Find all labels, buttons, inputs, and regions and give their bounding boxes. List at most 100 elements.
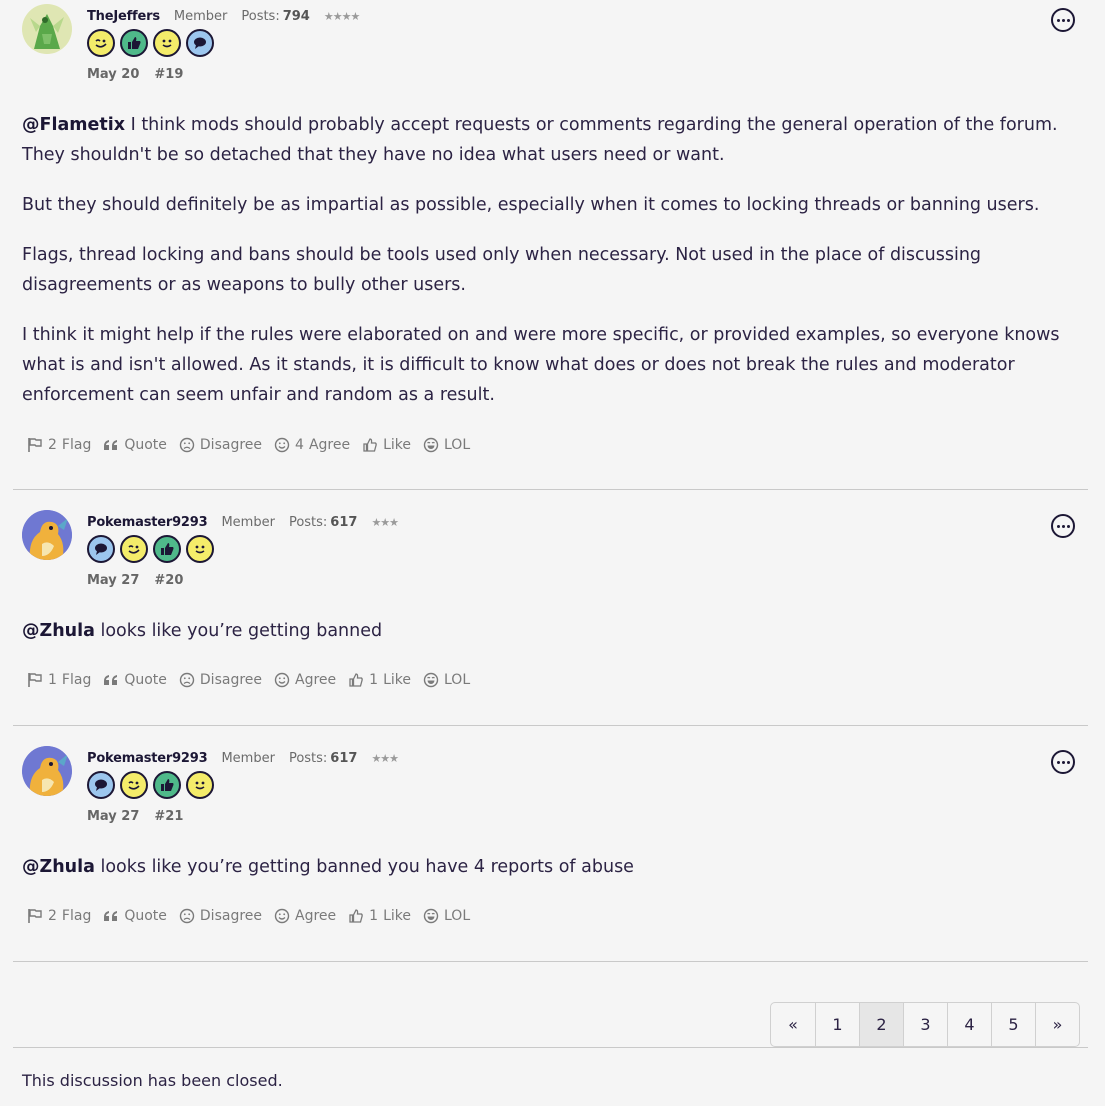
user-role: Member bbox=[173, 9, 228, 24]
laugh-icon bbox=[423, 672, 439, 688]
author-meta: Pokemaster9293 Member Posts: 617 ★★★ bbox=[87, 751, 399, 766]
username[interactable]: Pokemaster9293 bbox=[87, 751, 208, 766]
flag-reaction[interactable]: 2 Flag bbox=[27, 437, 91, 453]
smile-icon bbox=[274, 437, 290, 453]
username[interactable]: Pokemaster9293 bbox=[87, 515, 208, 530]
post-date[interactable]: May 27 bbox=[87, 573, 139, 588]
post-number[interactable]: #21 bbox=[154, 809, 183, 824]
pager-page-2[interactable]: 2 bbox=[859, 1003, 903, 1046]
options-menu-icon[interactable] bbox=[1051, 8, 1075, 32]
quote-icon bbox=[104, 440, 118, 450]
flag-reaction[interactable]: 2 Flag bbox=[27, 908, 91, 924]
post-meta-row: May 27 #20 bbox=[87, 573, 183, 588]
lol-reaction[interactable]: LOL bbox=[423, 672, 470, 688]
thumbs-up-icon bbox=[349, 673, 363, 687]
comment-body: @Flametix I think mods should probably a… bbox=[22, 110, 1084, 430]
rank-stars: ★★★★ bbox=[323, 10, 360, 23]
speech-badge-icon[interactable] bbox=[87, 771, 115, 799]
options-menu-icon[interactable] bbox=[1051, 750, 1075, 774]
comment-paragraph: @Flametix I think mods should probably a… bbox=[22, 115, 1058, 165]
speech-badge-icon[interactable] bbox=[87, 535, 115, 563]
pager-page-3[interactable]: 3 bbox=[903, 1003, 947, 1046]
agree-reaction[interactable]: Agree bbox=[274, 908, 336, 924]
badges bbox=[87, 29, 214, 57]
pager-next-button[interactable]: » bbox=[1035, 1003, 1079, 1046]
pager-page-5[interactable]: 5 bbox=[991, 1003, 1035, 1046]
avatar[interactable] bbox=[22, 4, 72, 54]
frown-icon bbox=[179, 908, 195, 924]
badges bbox=[87, 535, 214, 563]
avatar[interactable] bbox=[22, 746, 72, 796]
lol-reaction[interactable]: LOL bbox=[423, 437, 470, 453]
closed-notice: This discussion has been closed. bbox=[22, 1071, 283, 1090]
comment-post: Pokemaster9293 Member Posts: 617 ★★★ May … bbox=[13, 742, 1088, 960]
comment-paragraph: But they should definitely be as imparti… bbox=[22, 195, 1040, 215]
post-date[interactable]: May 27 bbox=[87, 809, 139, 824]
wink-badge-icon[interactable] bbox=[87, 29, 115, 57]
post-count: Posts: 794 bbox=[241, 9, 310, 24]
wink-badge-icon[interactable] bbox=[120, 535, 148, 563]
user-mention[interactable]: @Zhula bbox=[22, 857, 95, 877]
smile-badge-icon[interactable] bbox=[186, 771, 214, 799]
thumbs-up-badge-icon[interactable] bbox=[153, 535, 181, 563]
wink-badge-icon[interactable] bbox=[120, 771, 148, 799]
flag-icon bbox=[28, 438, 42, 452]
agree-reaction[interactable]: 4 Agree bbox=[274, 437, 350, 453]
rank-stars: ★★★ bbox=[371, 752, 399, 765]
user-mention[interactable]: @Zhula bbox=[22, 621, 95, 641]
user-role: Member bbox=[221, 515, 275, 530]
pagination: « 1 2 3 4 5 » bbox=[770, 1002, 1080, 1047]
pager-page-4[interactable]: 4 bbox=[947, 1003, 991, 1046]
laugh-icon bbox=[423, 437, 439, 453]
disagree-reaction[interactable]: Disagree bbox=[179, 908, 262, 924]
agree-reaction[interactable]: Agree bbox=[274, 672, 336, 688]
lol-reaction[interactable]: LOL bbox=[423, 908, 470, 924]
post-count: Posts: 617 bbox=[288, 515, 358, 530]
thumbs-up-icon bbox=[363, 438, 377, 452]
flag-icon bbox=[28, 909, 42, 923]
user-mention[interactable]: @Flametix bbox=[22, 115, 125, 135]
thumbs-up-badge-icon[interactable] bbox=[153, 771, 181, 799]
quote-reaction[interactable]: Quote bbox=[103, 672, 167, 688]
pager-prev-button[interactable]: « bbox=[771, 1003, 815, 1046]
flag-reaction[interactable]: 1 Flag bbox=[27, 672, 91, 688]
quote-reaction[interactable]: Quote bbox=[103, 908, 167, 924]
post-count: Posts: 617 bbox=[288, 751, 358, 766]
speech-badge-icon[interactable] bbox=[186, 29, 214, 57]
post-meta-row: May 27 #21 bbox=[87, 809, 183, 824]
post-number[interactable]: #19 bbox=[154, 67, 183, 82]
disagree-reaction[interactable]: Disagree bbox=[179, 672, 262, 688]
frown-icon bbox=[179, 672, 195, 688]
quote-icon bbox=[104, 911, 118, 921]
post-number[interactable]: #20 bbox=[154, 573, 183, 588]
quote-reaction[interactable]: Quote bbox=[103, 437, 167, 453]
comment-paragraph: @Zhula looks like you’re getting banned … bbox=[22, 857, 634, 877]
discussion-thread: TheJeffers Member Posts: 794 ★★★★ May 20 … bbox=[0, 0, 1105, 1106]
post-meta-row: May 20 #19 bbox=[87, 67, 183, 82]
username[interactable]: TheJeffers bbox=[87, 9, 160, 24]
footer-divider bbox=[13, 1047, 1088, 1048]
post-date[interactable]: May 20 bbox=[87, 67, 139, 82]
thumbs-up-badge-icon[interactable] bbox=[120, 29, 148, 57]
comment-paragraph: @Zhula looks like you’re getting banned bbox=[22, 621, 383, 641]
laugh-icon bbox=[423, 908, 439, 924]
smile-icon bbox=[274, 672, 290, 688]
post-divider bbox=[13, 961, 1088, 962]
flag-icon bbox=[28, 673, 42, 687]
like-reaction[interactable]: Like bbox=[362, 437, 411, 453]
smile-badge-icon[interactable] bbox=[153, 29, 181, 57]
like-reaction[interactable]: 1 Like bbox=[348, 908, 411, 924]
thumbs-up-icon bbox=[349, 909, 363, 923]
avatar[interactable] bbox=[22, 510, 72, 560]
pager-page-1[interactable]: 1 bbox=[815, 1003, 859, 1046]
frown-icon bbox=[179, 437, 195, 453]
author-meta: Pokemaster9293 Member Posts: 617 ★★★ bbox=[87, 515, 399, 530]
user-role: Member bbox=[221, 751, 275, 766]
comment-paragraph: Flags, thread locking and bans should be… bbox=[22, 245, 982, 295]
smile-badge-icon[interactable] bbox=[186, 535, 214, 563]
comment-post: Pokemaster9293 Member Posts: 617 ★★★ May … bbox=[13, 506, 1088, 724]
like-reaction[interactable]: 1 Like bbox=[348, 672, 411, 688]
options-menu-icon[interactable] bbox=[1051, 514, 1075, 538]
author-meta: TheJeffers Member Posts: 794 ★★★★ bbox=[87, 9, 360, 24]
disagree-reaction[interactable]: Disagree bbox=[179, 437, 262, 453]
